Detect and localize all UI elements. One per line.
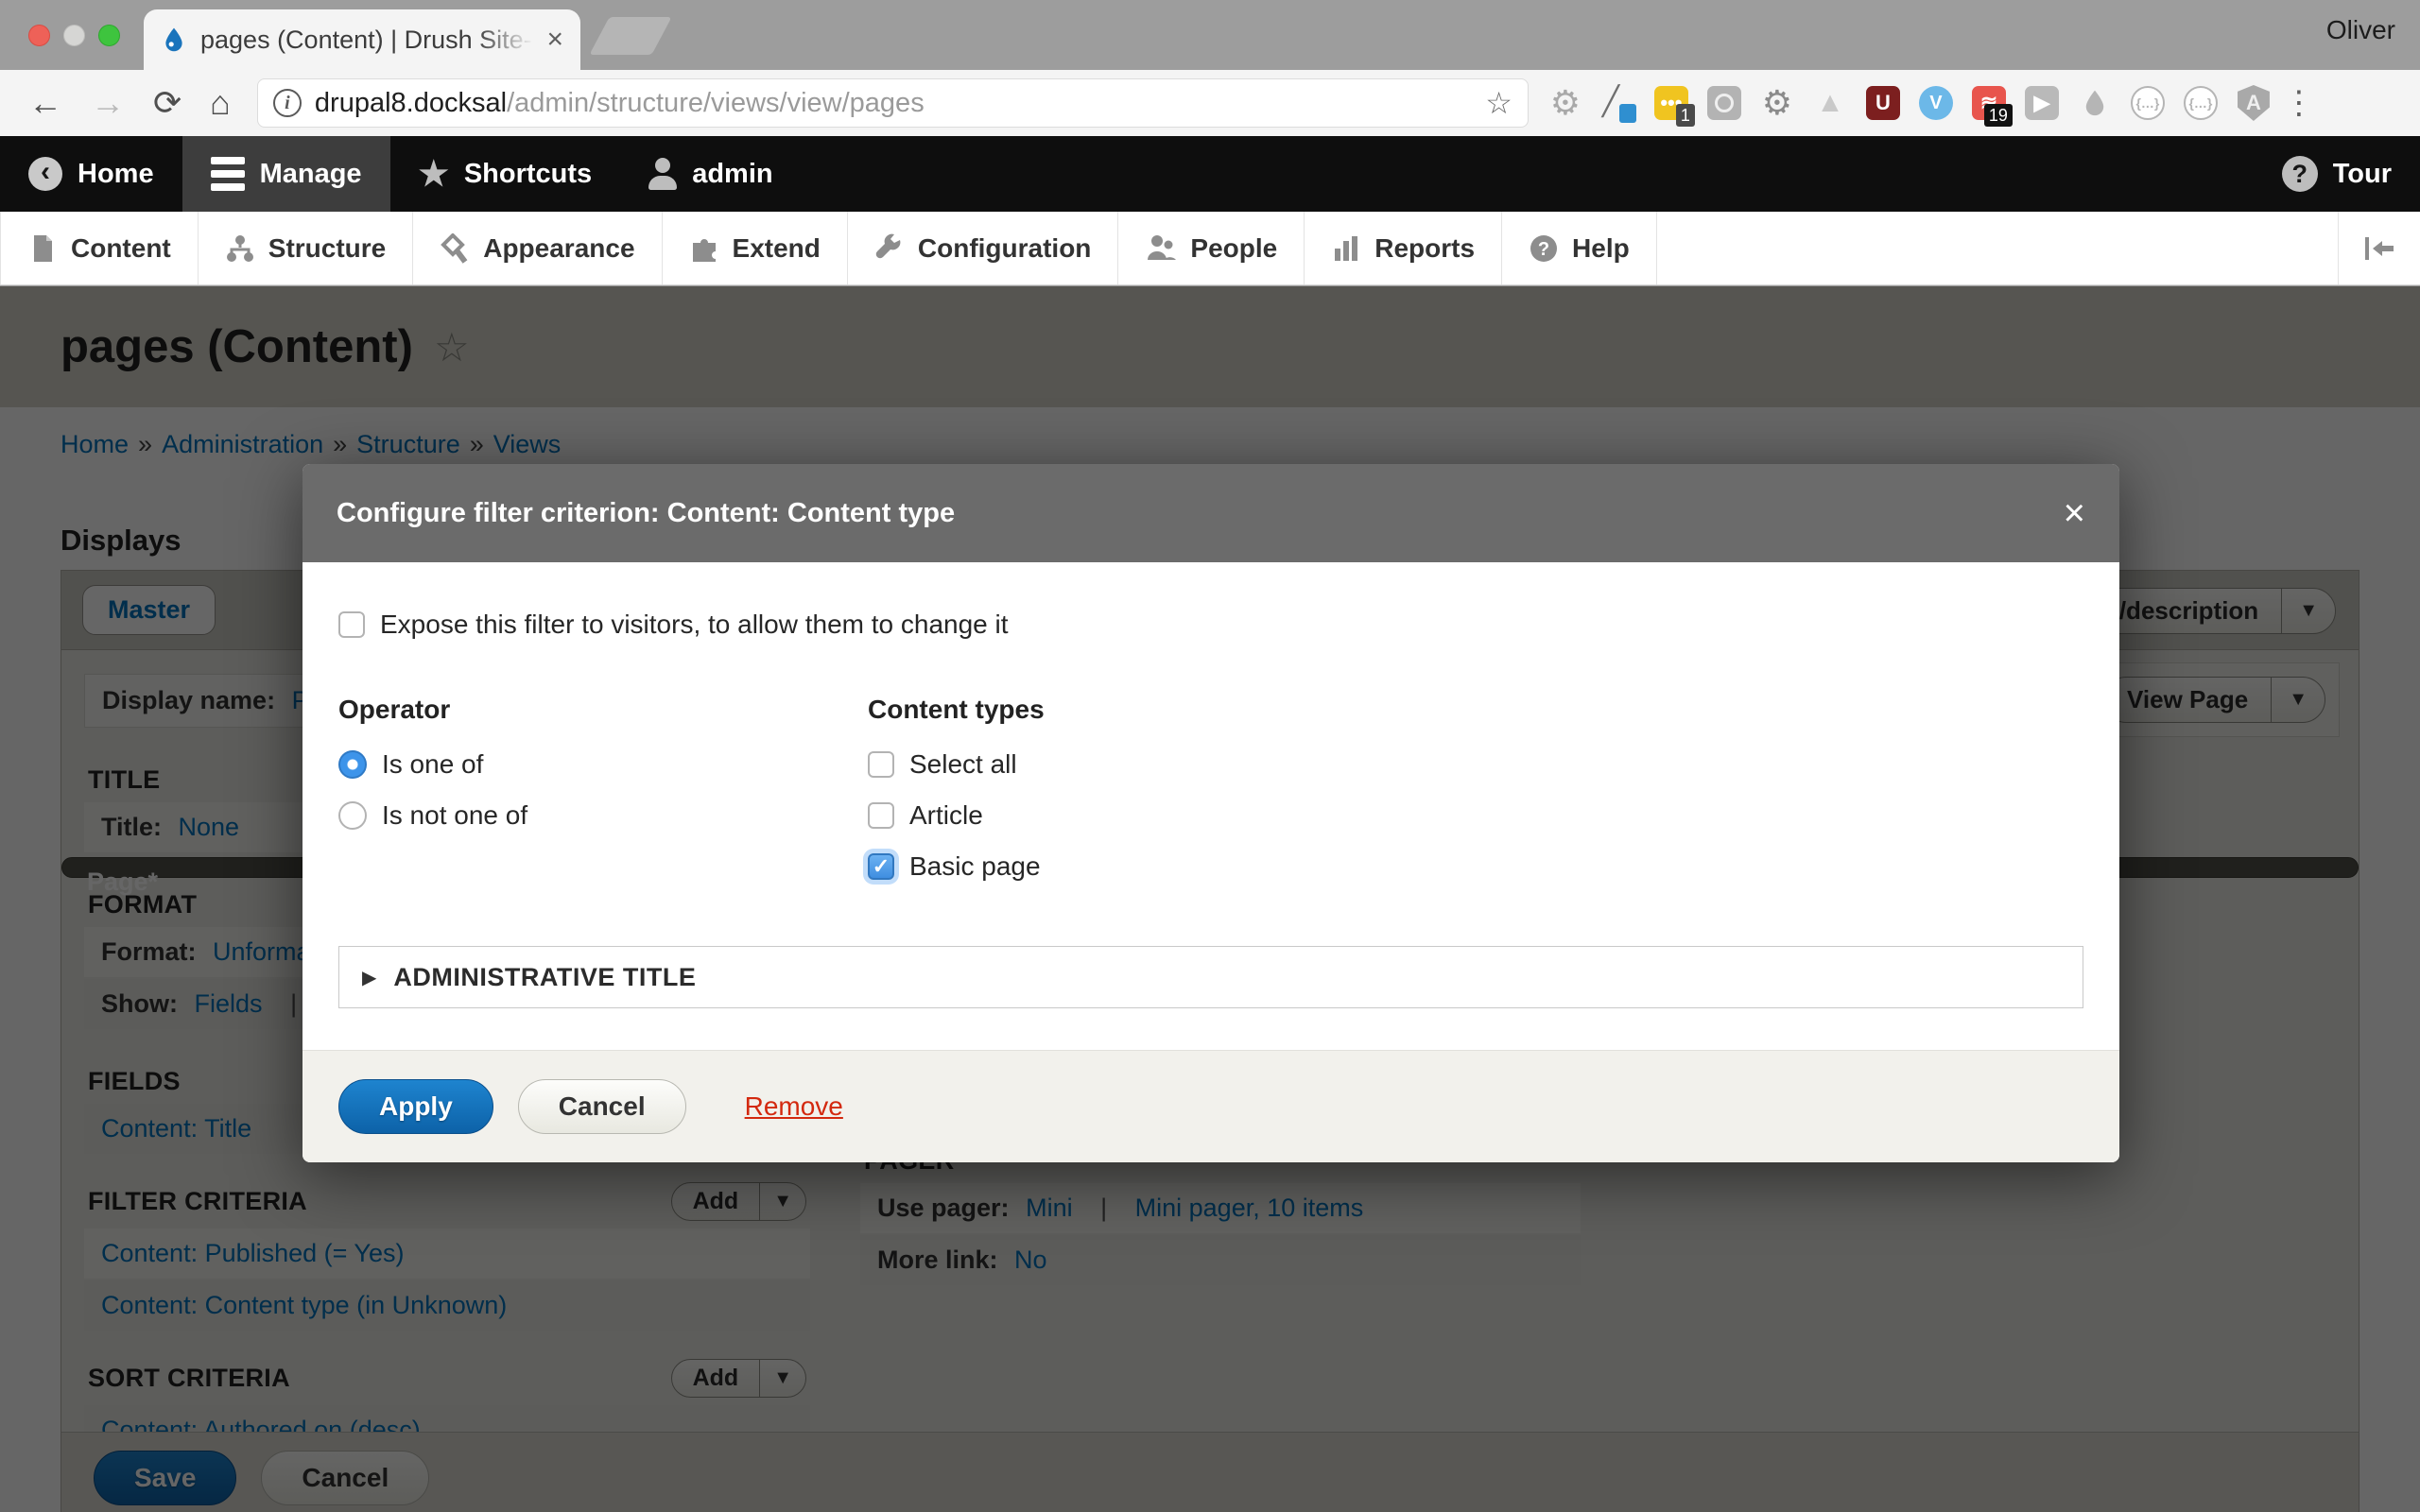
drupal-favicon: [161, 26, 187, 53]
settings-extension-icon[interactable]: ⚙: [1546, 83, 1585, 123]
extension-row: ⚙ ╱ •••1 ⚙ ▲ U V ≋19 ▶ {…} {…} A: [1546, 83, 2273, 123]
tour-question-icon: ?: [2282, 156, 2318, 192]
window-minimize-button[interactable]: [63, 25, 85, 46]
user-icon: [648, 158, 677, 190]
ublock-extension-icon[interactable]: U: [1863, 83, 1903, 123]
colorpicker-extension-icon[interactable]: ╱: [1599, 83, 1638, 123]
radio-unselected-icon[interactable]: [338, 801, 367, 830]
tab-title: pages (Content) | Drush Site-In: [200, 26, 533, 55]
remove-link[interactable]: Remove: [745, 1091, 843, 1122]
content-file-icon: [27, 233, 58, 264]
json2-extension-icon[interactable]: {…}: [2181, 83, 2221, 123]
expand-caret-icon: ▶: [362, 966, 376, 989]
svg-text:?: ?: [1538, 239, 1549, 260]
home-icon[interactable]: ⌂: [210, 83, 231, 123]
shortcuts-star-icon: ★: [419, 154, 449, 194]
dialog-body: Expose this filter to visitors, to allow…: [302, 562, 2119, 1008]
menu-item-people[interactable]: People: [1118, 212, 1305, 284]
window-controls: [28, 25, 120, 46]
dialog-columns: Operator Is one of Is not one of Content…: [338, 695, 2083, 902]
forward-icon: →: [91, 83, 125, 123]
dialog-header[interactable]: Configure filter criterion: Content: Con…: [302, 464, 2119, 562]
drive-extension-icon[interactable]: ▲: [1810, 83, 1850, 123]
play-extension-icon[interactable]: ▶: [2022, 83, 2062, 123]
window-close-button[interactable]: [28, 25, 50, 46]
screenshot-extension-icon[interactable]: [1704, 83, 1744, 123]
vimeo-extension-icon[interactable]: V: [1916, 83, 1956, 123]
operator-option-is-one-of[interactable]: Is one of: [338, 749, 868, 780]
configuration-wrench-icon: [874, 233, 905, 264]
drupal-admin-toolbar: ‹ Home Manage ★ Shortcuts admin ? Tour: [0, 136, 2420, 212]
browser-menu-icon[interactable]: ⋮: [2283, 84, 2315, 122]
menu-item-reports[interactable]: Reports: [1305, 212, 1502, 284]
url-path: /admin/structure/views/view/pages: [507, 88, 925, 118]
select-all-checkbox[interactable]: [868, 751, 894, 778]
address-bar[interactable]: i drupal8.docksal/admin/structure/views/…: [257, 78, 1529, 128]
back-icon[interactable]: ←: [28, 83, 62, 123]
content-type-option-article[interactable]: Article: [868, 800, 1045, 831]
tab-close-icon[interactable]: ×: [546, 26, 563, 54]
page-content: pages (Content) ☆ Home»Administration»St…: [0, 286, 2420, 1512]
bookmark-star-icon[interactable]: ☆: [1485, 85, 1512, 121]
expose-filter-option[interactable]: Expose this filter to visitors, to allow…: [338, 610, 2083, 640]
modal-cancel-button[interactable]: Cancel: [518, 1079, 686, 1134]
menu-item-structure[interactable]: Structure: [199, 212, 413, 284]
reload-icon[interactable]: ⟳: [153, 83, 182, 123]
structure-sitemap-icon: [225, 233, 255, 264]
toolbar-item-manage[interactable]: Manage: [182, 136, 390, 212]
content-types-heading: Content types: [868, 695, 1045, 725]
operator-heading: Operator: [338, 695, 868, 725]
extend-puzzle-icon: [689, 233, 719, 264]
toolbar-item-home[interactable]: ‹ Home: [0, 136, 182, 212]
apply-button[interactable]: Apply: [338, 1079, 493, 1134]
help-question-icon: ?: [1529, 233, 1559, 264]
toolbar-item-shortcuts[interactable]: ★ Shortcuts: [390, 136, 621, 212]
expose-filter-checkbox[interactable]: [338, 611, 365, 638]
drupal-menu-bar: Content Structure Appearance Extend Conf…: [0, 212, 2420, 285]
radio-selected-icon[interactable]: [338, 750, 367, 779]
back-to-site-icon: ‹: [28, 157, 62, 191]
toolbar-orientation-toggle[interactable]: [2338, 212, 2420, 284]
dev-extension-icon[interactable]: ⚙: [1757, 83, 1797, 123]
operator-column: Operator Is one of Is not one of: [338, 695, 868, 902]
toolbar-item-tour[interactable]: ? Tour: [2254, 136, 2420, 212]
site-info-icon[interactable]: i: [273, 89, 302, 117]
operator-option-is-not-one-of[interactable]: Is not one of: [338, 800, 868, 831]
browser-tab-strip: pages (Content) | Drush Site-In × Oliver: [0, 0, 2420, 70]
administrative-title-fieldset[interactable]: ▶ ADMINISTRATIVE TITLE: [338, 946, 2083, 1008]
window-zoom-button[interactable]: [98, 25, 120, 46]
dialog-title: Configure filter criterion: Content: Con…: [337, 498, 955, 529]
menu-item-help[interactable]: ? Help: [1502, 212, 1657, 284]
url-host: drupal8.docksal: [315, 88, 507, 118]
browser-tab[interactable]: pages (Content) | Drush Site-In ×: [144, 9, 580, 70]
new-tab-button[interactable]: [589, 17, 671, 55]
reports-chart-icon: [1331, 233, 1361, 264]
appearance-brush-icon: [440, 233, 470, 264]
dialog-footer: Apply Cancel Remove: [302, 1050, 2119, 1162]
menu-item-extend[interactable]: Extend: [663, 212, 848, 284]
content-type-option-select-all[interactable]: Select all: [868, 749, 1045, 780]
close-icon[interactable]: ×: [2064, 494, 2085, 532]
manage-menu-icon: [211, 157, 245, 191]
toolbar-item-admin[interactable]: admin: [620, 136, 801, 212]
menu-item-configuration[interactable]: Configuration: [848, 212, 1119, 284]
menu-item-appearance[interactable]: Appearance: [413, 212, 662, 284]
configure-filter-dialog: Configure filter criterion: Content: Con…: [302, 464, 2119, 1162]
tasks-extension-icon[interactable]: ≋19: [1969, 83, 2009, 123]
people-icon: [1145, 233, 1177, 264]
menu-item-content[interactable]: Content: [0, 212, 199, 284]
json-extension-icon[interactable]: {…}: [2128, 83, 2168, 123]
content-type-option-basic-page[interactable]: Basic page: [868, 851, 1045, 882]
browser-profile-name[interactable]: Oliver: [2326, 15, 2395, 45]
password-extension-icon[interactable]: •••1: [1651, 83, 1691, 123]
browser-toolbar: ← → ⟳ ⌂ i drupal8.docksal/admin/structur…: [0, 70, 2420, 136]
collapse-left-icon: [2363, 234, 2395, 263]
drupal-extension-icon[interactable]: [2075, 83, 2115, 123]
article-checkbox[interactable]: [868, 802, 894, 829]
angular-extension-icon[interactable]: A: [2234, 83, 2273, 123]
content-types-column: Content types Select all Article Basic p…: [868, 695, 1045, 902]
basic-page-checkbox[interactable]: [868, 853, 894, 880]
